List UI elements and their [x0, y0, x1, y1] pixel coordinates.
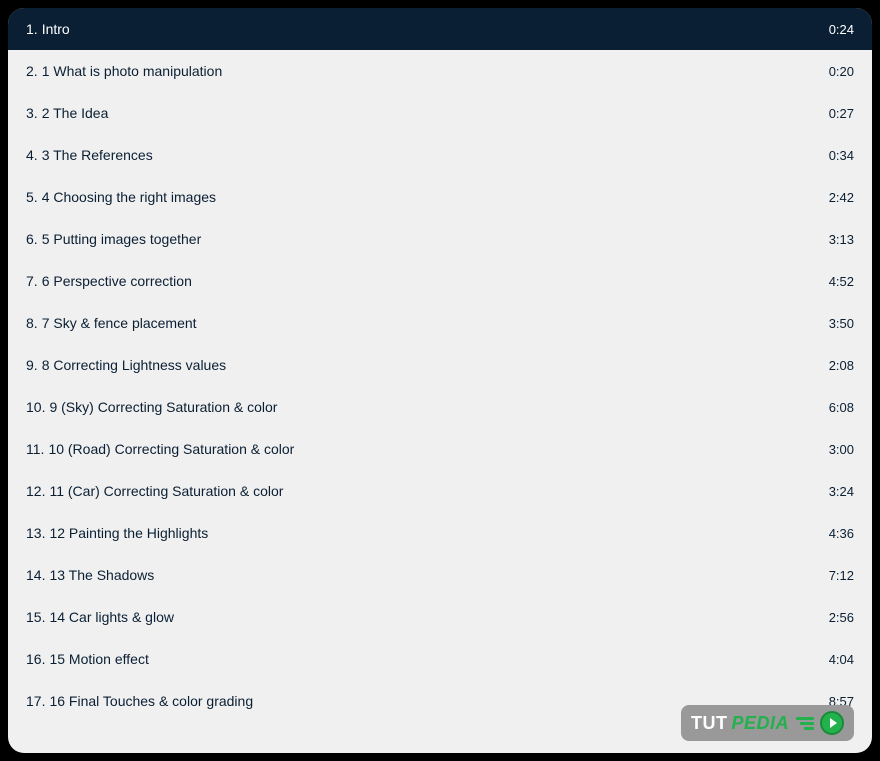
lesson-title: 16 Final Touches & color grading: [49, 693, 253, 709]
lesson-item[interactable]: 4.3 The References 0:34: [8, 134, 872, 176]
lesson-item-left: 4.3 The References: [26, 147, 153, 163]
lesson-title: 9 (Sky) Correcting Saturation & color: [49, 399, 277, 415]
lesson-duration: 0:34: [829, 148, 854, 163]
watermark-speed-lines-icon: [796, 717, 814, 730]
lesson-title: Intro: [42, 21, 70, 37]
lesson-item-left: 16.15 Motion effect: [26, 651, 149, 667]
lesson-number: 7.: [26, 273, 38, 289]
lesson-item[interactable]: 5.4 Choosing the right images 2:42: [8, 176, 872, 218]
lesson-item-left: 7.6 Perspective correction: [26, 273, 192, 289]
lesson-item-left: 17.16 Final Touches & color grading: [26, 693, 253, 709]
lesson-number: 12.: [26, 483, 45, 499]
lesson-title: 8 Correcting Lightness values: [42, 357, 226, 373]
lesson-item[interactable]: 14.13 The Shadows 7:12: [8, 554, 872, 596]
lesson-number: 10.: [26, 399, 45, 415]
lesson-item-left: 8.7 Sky & fence placement: [26, 315, 197, 331]
lesson-number: 17.: [26, 693, 45, 709]
lesson-item[interactable]: 15.14 Car lights & glow 2:56: [8, 596, 872, 638]
lesson-item-left: 13.12 Painting the Highlights: [26, 525, 208, 541]
lesson-duration: 3:24: [829, 484, 854, 499]
lesson-number: 1.: [26, 21, 38, 37]
lesson-number: 14.: [26, 567, 45, 583]
lesson-item[interactable]: 1.Intro 0:24: [8, 8, 872, 50]
lesson-title: 13 The Shadows: [49, 567, 154, 583]
lesson-title: 12 Painting the Highlights: [49, 525, 208, 541]
lesson-item-left: 14.13 The Shadows: [26, 567, 154, 583]
lesson-duration: 0:27: [829, 106, 854, 121]
lesson-number: 3.: [26, 105, 38, 121]
lesson-number: 5.: [26, 189, 38, 205]
lesson-item[interactable]: 10.9 (Sky) Correcting Saturation & color…: [8, 386, 872, 428]
lesson-list-container: 1.Intro 0:24 2.1 What is photo manipulatio…: [8, 8, 872, 753]
lesson-item[interactable]: 2.1 What is photo manipulation 0:20: [8, 50, 872, 92]
watermark-text-1: TUT: [691, 713, 728, 734]
lesson-item-left: 9.8 Correcting Lightness values: [26, 357, 226, 373]
lesson-duration: 3:00: [829, 442, 854, 457]
lesson-number: 2.: [26, 63, 38, 79]
lesson-number: 13.: [26, 525, 45, 541]
lesson-duration: 2:56: [829, 610, 854, 625]
lesson-title: 14 Car lights & glow: [49, 609, 174, 625]
lesson-number: 9.: [26, 357, 38, 373]
lesson-item-left: 3.2 The Idea: [26, 105, 108, 121]
lesson-item-left: 11.10 (Road) Correcting Saturation & col…: [26, 441, 294, 457]
lesson-duration: 0:20: [829, 64, 854, 79]
lesson-title: 15 Motion effect: [49, 651, 148, 667]
lesson-title: 1 What is photo manipulation: [42, 63, 223, 79]
lesson-title: 3 The References: [42, 147, 153, 163]
lesson-number: 6.: [26, 231, 38, 247]
lesson-duration: 7:12: [829, 568, 854, 583]
lesson-duration: 4:36: [829, 526, 854, 541]
lesson-item-left: 12.11 (Car) Correcting Saturation & colo…: [26, 483, 283, 499]
lesson-number: 16.: [26, 651, 45, 667]
lesson-title: 10 (Road) Correcting Saturation & color: [48, 441, 294, 457]
lesson-number: 8.: [26, 315, 38, 331]
lesson-duration: 3:50: [829, 316, 854, 331]
lesson-title: 5 Putting images together: [42, 231, 202, 247]
lesson-item[interactable]: 3.2 The Idea 0:27: [8, 92, 872, 134]
lesson-title: 2 The Idea: [42, 105, 109, 121]
lesson-title: 7 Sky & fence placement: [42, 315, 197, 331]
lesson-title: 11 (Car) Correcting Saturation & color: [49, 483, 283, 499]
lesson-item-left: 2.1 What is photo manipulation: [26, 63, 222, 79]
watermark-play-icon: [820, 711, 844, 735]
lesson-item[interactable]: 11.10 (Road) Correcting Saturation & col…: [8, 428, 872, 470]
lesson-number: 15.: [26, 609, 45, 625]
lesson-number: 11.: [26, 441, 44, 457]
lesson-duration: 2:42: [829, 190, 854, 205]
lesson-title: 6 Perspective correction: [42, 273, 192, 289]
lesson-item[interactable]: 12.11 (Car) Correcting Saturation & colo…: [8, 470, 872, 512]
lesson-title: 4 Choosing the right images: [42, 189, 216, 205]
watermark-text-2: PEDIA: [731, 713, 789, 734]
lesson-duration: 3:13: [829, 232, 854, 247]
lesson-item[interactable]: 9.8 Correcting Lightness values 2:08: [8, 344, 872, 386]
lesson-item-left: 5.4 Choosing the right images: [26, 189, 216, 205]
lesson-duration: 0:24: [829, 22, 854, 37]
lesson-number: 4.: [26, 147, 38, 163]
lesson-item[interactable]: 13.12 Painting the Highlights 4:36: [8, 512, 872, 554]
lesson-duration: 4:52: [829, 274, 854, 289]
lesson-item-left: 10.9 (Sky) Correcting Saturation & color: [26, 399, 277, 415]
watermark-badge: TUT PEDIA: [681, 705, 854, 741]
lesson-item-left: 15.14 Car lights & glow: [26, 609, 174, 625]
lesson-item[interactable]: 8.7 Sky & fence placement 3:50: [8, 302, 872, 344]
lesson-duration: 2:08: [829, 358, 854, 373]
lesson-duration: 4:04: [829, 652, 854, 667]
lesson-item-left: 1.Intro: [26, 21, 70, 37]
lesson-item[interactable]: 6.5 Putting images together 3:13: [8, 218, 872, 260]
lesson-duration: 6:08: [829, 400, 854, 415]
lesson-item[interactable]: 7.6 Perspective correction 4:52: [8, 260, 872, 302]
lesson-item[interactable]: 16.15 Motion effect 4:04: [8, 638, 872, 680]
lesson-item-left: 6.5 Putting images together: [26, 231, 201, 247]
